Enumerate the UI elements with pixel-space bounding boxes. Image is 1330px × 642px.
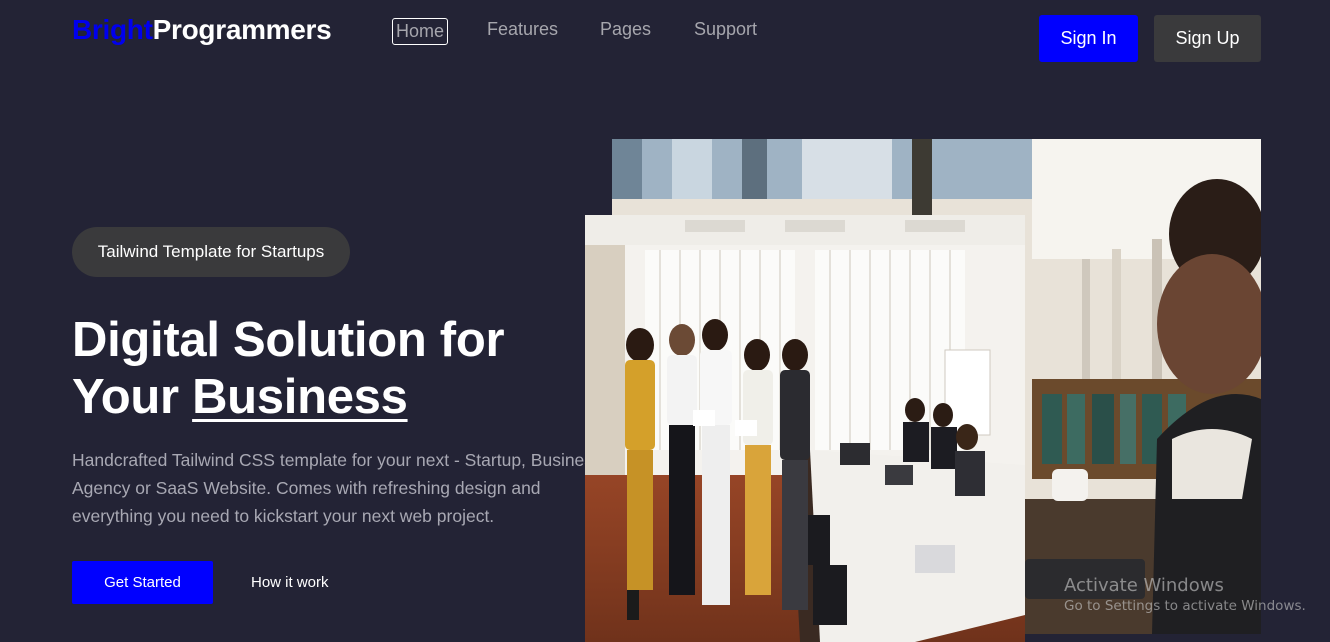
logo-text-programmers: Programmers bbox=[152, 14, 332, 45]
nav-home[interactable]: Home bbox=[392, 18, 449, 45]
how-it-works-link[interactable]: How it work bbox=[251, 574, 329, 591]
nav-support[interactable]: Support bbox=[694, 17, 757, 44]
hero-description: Handcrafted Tailwind CSS template for yo… bbox=[72, 450, 607, 526]
nav-features[interactable]: Features bbox=[487, 17, 558, 44]
site-logo[interactable]: BrightProgrammers bbox=[72, 14, 332, 46]
hero-photo-team-meeting bbox=[585, 215, 1025, 642]
hero-title: Digital Solution for Your Business bbox=[72, 312, 592, 426]
nav-pages[interactable]: Pages bbox=[600, 17, 651, 44]
logo-text-bright: Bright bbox=[72, 14, 153, 45]
sign-up-button[interactable]: Sign Up bbox=[1154, 15, 1261, 62]
hero-title-underlined: Business bbox=[192, 370, 408, 424]
get-started-button[interactable]: Get Started bbox=[72, 561, 213, 604]
hero-title-line1: Digital Solution for bbox=[72, 313, 505, 367]
hero-title-prefix: Your bbox=[72, 370, 193, 424]
sign-in-button[interactable]: Sign In bbox=[1039, 15, 1138, 62]
hero-badge: Tailwind Template for Startups bbox=[72, 227, 350, 277]
